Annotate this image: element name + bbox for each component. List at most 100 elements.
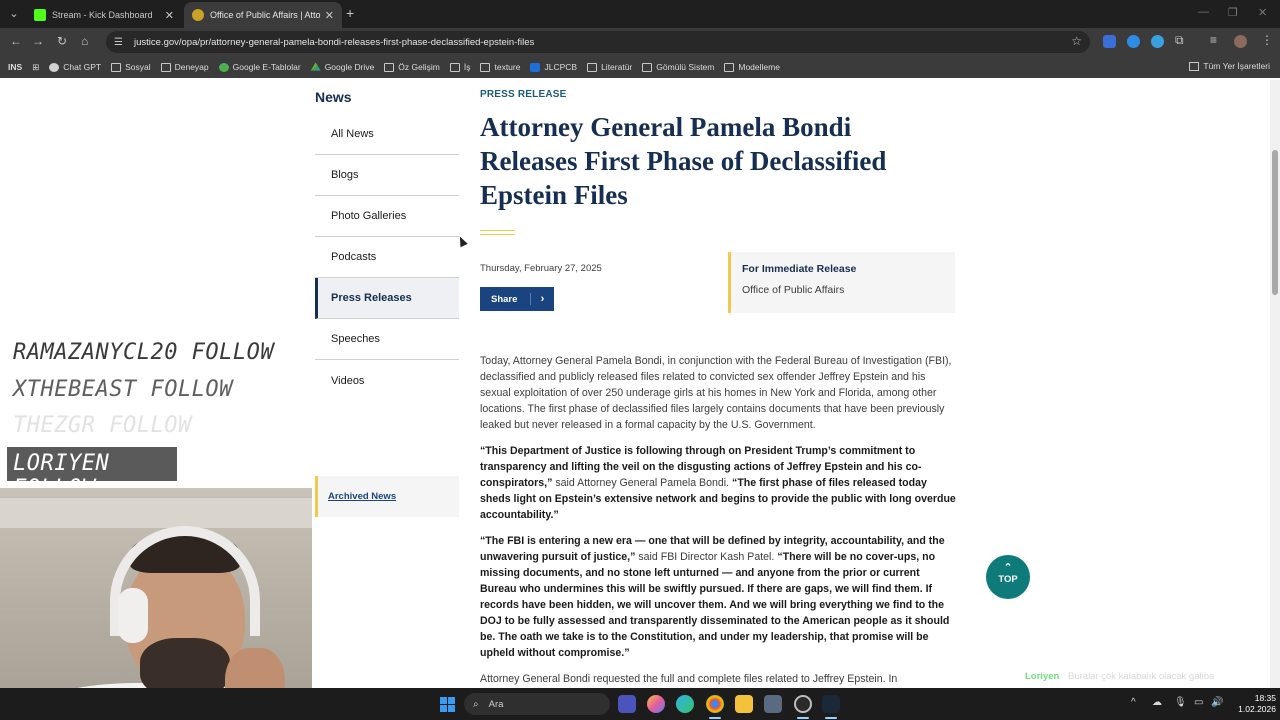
close-tab-icon[interactable]: ✕ [165, 9, 174, 22]
bookmark-star-icon[interactable]: ☆ [1071, 34, 1082, 48]
teams-icon[interactable] [618, 695, 636, 713]
address-bar[interactable]: ☰ justice.gov/opa/pr/attorney-general-pa… [106, 31, 1090, 53]
folder-icon [1189, 61, 1200, 71]
maximize-icon[interactable]: ❐ [1228, 6, 1238, 19]
active-app-indicator [709, 717, 721, 719]
bookmark-jlcpcb[interactable]: JLCPCB [530, 62, 577, 72]
paragraph: Attorney General Bondi requested the ful… [480, 673, 898, 685]
tab-search-icon[interactable]: ⌄ [6, 6, 22, 22]
all-bookmarks[interactable]: Tüm Yer İşaretleri [1189, 61, 1270, 71]
folder-icon [160, 62, 171, 72]
home-icon[interactable]: ⌂ [81, 34, 88, 48]
bookmark-texture[interactable]: texture [480, 62, 520, 72]
folder-icon [724, 62, 735, 72]
bookmark-label: İş [463, 62, 471, 72]
minimize-icon[interactable]: — [1198, 6, 1209, 18]
steam-icon[interactable] [822, 695, 840, 713]
onedrive-icon[interactable]: ☁ [1152, 697, 1162, 708]
bookmark-literatur[interactable]: Literatür [587, 62, 632, 72]
reload-icon[interactable]: ↻ [57, 34, 67, 48]
active-app-indicator [825, 717, 837, 719]
bookmark-label: Google E-Tablolar [232, 62, 301, 72]
site-info-icon[interactable]: ☰ [114, 37, 128, 48]
apps-grid-icon[interactable]: ⊞ [32, 62, 39, 73]
close-tab-icon[interactable]: ✕ [325, 9, 334, 22]
sidenav-item-blogs[interactable]: Blogs [315, 155, 459, 196]
tab-justice-gov[interactable]: Office of Public Affairs | Attorne ✕ [184, 2, 342, 28]
follower-alert: THEZGR FOLLOW [13, 413, 192, 438]
bookmark-sosyal[interactable]: Sosyal [111, 62, 151, 72]
release-info-box: For Immediate Release Office of Public A… [728, 252, 955, 313]
news-sidenav: All News Blogs Photo Galleries Podcasts … [315, 114, 459, 401]
network-icon[interactable]: ▭ [1194, 697, 1203, 708]
bookmark-label: INS [8, 62, 23, 72]
file-explorer-icon[interactable] [735, 695, 753, 713]
bookmark-deneyap[interactable]: Deneyap [160, 62, 209, 72]
chrome-icon[interactable] [706, 695, 724, 713]
close-window-icon[interactable]: ✕ [1258, 6, 1267, 19]
bookmark-ins[interactable]: INS [8, 62, 22, 72]
extension-icon[interactable] [1127, 35, 1140, 48]
release-office: Office of Public Affairs [742, 284, 845, 296]
bookmark-label: Deneyap [174, 62, 209, 72]
bookmark-is[interactable]: İş [449, 62, 471, 72]
edge-icon[interactable] [676, 695, 694, 713]
tray-overflow-icon[interactable]: ^ [1131, 697, 1136, 708]
copilot-icon[interactable] [647, 695, 665, 713]
sidenav-item-all-news[interactable]: All News [315, 114, 459, 155]
bookmark-label: JLCPCB [544, 62, 578, 72]
page-scrollbar[interactable] [1270, 80, 1280, 688]
forward-icon[interactable]: → [32, 34, 44, 48]
translate-extension-icon[interactable] [1103, 35, 1116, 48]
tab-list-icon[interactable]: ≡ [1210, 33, 1217, 47]
clock-date: 1.02.2026 [1238, 704, 1276, 714]
microphone-icon[interactable]: 🎙 [1174, 697, 1187, 708]
headline-divider [480, 230, 515, 235]
folder-icon [111, 62, 122, 72]
browser-tab-bar: ⌄ Stream - Kick Dashboard ✕ Office of Pu… [0, 0, 1280, 28]
scrollbar-thumb[interactable] [1272, 150, 1278, 295]
release-label: For Immediate Release [742, 263, 857, 275]
google-drive-icon [310, 62, 321, 71]
search-icon: ⌕ [473, 698, 479, 710]
sidenav-item-speeches[interactable]: Speeches [315, 319, 459, 360]
bookmark-google-drive[interactable]: Google Drive [310, 62, 375, 72]
quote: “There will be no cover-ups, no missing … [480, 551, 950, 659]
terminal-icon[interactable] [764, 695, 782, 713]
menu-kebab-icon[interactable]: ⋮ [1261, 33, 1273, 47]
sidenav-item-videos[interactable]: Videos [315, 360, 459, 401]
extension-icon[interactable] [1151, 35, 1164, 48]
back-to-top-button[interactable]: ⌃ TOP [986, 555, 1030, 599]
obs-icon[interactable] [794, 695, 812, 713]
bookmark-google-sheets[interactable]: Google E-Tablolar [218, 62, 301, 72]
new-tab-icon[interactable]: + [346, 5, 354, 21]
browser-toolbar: ← → ↻ ⌂ ☰ justice.gov/opa/pr/attorney-ge… [0, 28, 1280, 56]
sidenav-item-photo-galleries[interactable]: Photo Galleries [315, 196, 459, 237]
bookmark-label: Tüm Yer İşaretleri [1203, 61, 1270, 71]
volume-icon[interactable]: 🔊 [1211, 697, 1223, 708]
back-icon[interactable]: ← [10, 34, 22, 48]
publish-date: Thursday, February 27, 2025 [480, 263, 602, 274]
url-text[interactable]: justice.gov/opa/pr/attorney-general-pame… [134, 37, 534, 48]
extensions-puzzle-icon[interactable]: ⧉ [1175, 33, 1184, 48]
chat-message: Buralar çok kalabalık olacak galiba [1068, 671, 1215, 682]
taskbar-search[interactable]: ⌕ Ara [464, 693, 610, 715]
system-clock[interactable]: 18:35 1.02.2026 [1230, 693, 1276, 715]
bookmark-oz-gelisim[interactable]: Öz Gelişim [384, 62, 440, 72]
bookmark-modelleme[interactable]: Modelleme [724, 62, 780, 72]
folder-icon [587, 62, 598, 72]
tab-kick-dashboard[interactable]: Stream - Kick Dashboard ✕ [26, 2, 182, 28]
share-button[interactable]: Share › [480, 287, 554, 311]
jlcpcb-icon [530, 62, 541, 72]
tab-title: Office of Public Affairs | Attorne [210, 10, 321, 20]
archived-news-link[interactable]: Archived News [315, 476, 459, 517]
windows-start-icon[interactable] [440, 697, 455, 712]
sidenav-item-podcasts[interactable]: Podcasts [315, 237, 459, 278]
chevron-up-icon: ⌃ [1003, 562, 1013, 574]
profile-avatar[interactable] [1234, 35, 1247, 48]
bookmark-chatgpt[interactable]: Chat GPT [49, 62, 101, 72]
bookmark-label: Google Drive [324, 62, 375, 72]
bookmark-gomulu-sistem[interactable]: Gömülü Sistem [642, 62, 714, 72]
sidenav-item-press-releases[interactable]: Press Releases [315, 278, 459, 319]
folder-icon [449, 62, 460, 72]
